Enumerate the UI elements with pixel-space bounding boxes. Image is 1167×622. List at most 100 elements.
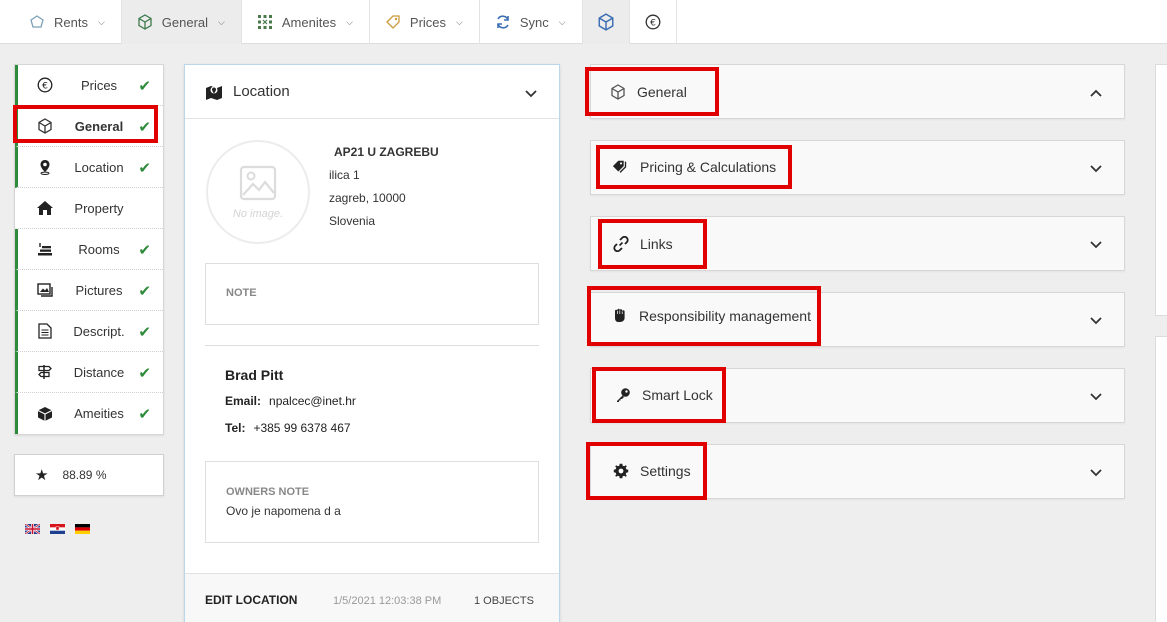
sidebar-item-description[interactable]: Descript. ✔ [15,311,163,352]
topnav-rents[interactable]: Rents ⌵ [0,0,122,44]
accordion-settings-title[interactable]: Settings [586,442,707,500]
email-label: Email: [225,394,262,408]
croatia-flag-icon[interactable] [50,522,65,534]
sidebar-item-label: Prices [80,77,118,93]
chevron-down-icon[interactable] [525,85,537,102]
address-country: Slovenia [329,214,376,228]
uk-flag-icon[interactable] [24,522,41,535]
top-nav: Rents ⌵ General ⌵ Amenites ⌵ Prices ⌵ Sy… [0,0,1167,44]
check-icon: ✔ [138,242,151,259]
completion-score-value: 88.89 % [62,468,107,482]
address-street: ilica 1 [329,168,360,182]
chevron-down-icon: ⌵ [456,16,463,27]
home-icon [36,199,54,217]
sidebar-item-rooms[interactable]: Rooms ✔ [15,229,163,270]
chevron-down-icon[interactable] [1090,161,1102,176]
contact-tel[interactable]: +385 99 6378 467 [253,421,350,435]
cube-icon [136,13,154,31]
tags-icon [612,158,630,176]
accordion-pricing-label: Pricing & Calculations [640,159,777,175]
sync-icon [494,13,512,31]
sidebar-item-label: Descript. [73,323,125,339]
address-city: zagreb, 10000 [329,191,406,205]
edit-location-button[interactable]: EDIT LOCATION [205,593,297,607]
cube-icon [609,83,627,101]
topnav-sync-label: Sync [519,14,549,30]
rents-icon [28,13,46,31]
no-image-placeholder: No image. [206,140,310,244]
sidebar-item-label: Distance [73,364,125,380]
check-icon: ✔ [138,324,151,341]
right-panel-edge [1155,64,1167,316]
signpost-icon [36,363,54,381]
topnav-amenites-label: Amenites [281,14,337,30]
topnav-rents-label: Rents [54,14,88,30]
check-icon: ✔ [138,160,151,177]
star-icon: ★ [35,467,49,484]
chevron-down-icon: ⌵ [218,16,225,27]
map-pin-icon [205,84,223,100]
sidebar-item-distance[interactable]: Distance ✔ [15,352,163,393]
objects-count: 1 OBJECTS [474,595,534,607]
link-icon [612,235,630,253]
accordion-smart-lock-label: Smart Lock [642,387,713,403]
chevron-down-icon: ⌵ [558,16,566,27]
chevron-down-icon[interactable] [1090,389,1102,404]
chevron-down-icon[interactable] [1090,313,1102,328]
sidebar-item-prices[interactable]: € Prices ✔ [15,65,163,106]
price-tag-icon [384,13,402,31]
accordion-pricing-title[interactable]: Pricing & Calculations [596,145,792,189]
svg-text:€: € [42,82,48,92]
gear-icon [612,462,630,480]
location-panel-header[interactable]: Location [185,65,559,119]
contact-email[interactable]: npalcec@inet.hr [269,394,356,408]
sidebar-item-pictures[interactable]: Pictures ✔ [15,270,163,311]
property-address: AP21 U ZAGREBU ilica 1 zagreb, 10000 Slo… [329,141,439,233]
topnav-prices-label: Prices [409,14,447,30]
contact-name: Brad Pitt [225,367,284,383]
sidebar-item-amenities[interactable]: Ameities ✔ [15,393,163,434]
fist-icon [611,307,629,325]
note-label: NOTE [226,287,257,299]
chevron-up-icon[interactable] [1090,85,1102,100]
accordion-smart-lock-title[interactable]: Smart Lock [592,367,726,423]
chevron-down-icon: ⌵ [346,16,353,27]
property-name: AP21 U ZAGREBU [334,145,439,159]
topnav-sync[interactable]: Sync ⌵ [480,0,583,44]
owners-note-label: OWNERS NOTE [226,486,310,498]
topnav-general[interactable]: General ⌵ [121,0,242,44]
divider [205,345,539,346]
accordion-links-label: Links [640,236,673,252]
check-icon: ✔ [138,78,151,95]
contact-email-row: Email: npalcec@inet.hr [225,394,356,408]
sidebar-item-property[interactable]: Property [15,188,163,229]
amenities-grid-icon [256,13,274,31]
germany-flag-icon[interactable] [75,522,90,534]
check-icon: ✔ [138,365,151,382]
sidebar-item-location[interactable]: Location ✔ [15,147,163,188]
completion-score: ★ 88.89 % [14,454,164,496]
topnav-amenites[interactable]: Amenites ⌵ [242,0,370,44]
topnav-cube-button[interactable] [582,0,630,44]
document-icon [36,322,54,340]
cube-icon [597,13,615,31]
chevron-down-icon: ⌵ [97,16,105,27]
rooms-icon [36,240,54,258]
accordion-responsibility-title[interactable]: Responsibility management [587,286,821,346]
topnav-euro-button[interactable]: € [630,0,677,44]
sidebar-general-highlight [13,105,158,143]
sidebar-item-label: Property [74,200,124,216]
topnav-prices[interactable]: Prices ⌵ [370,0,480,44]
tel-label: Tel: [225,421,246,435]
contact-tel-row: Tel: +385 99 6378 467 [225,421,356,435]
pictures-icon [36,281,54,299]
no-image-text: No image. [232,207,284,220]
chevron-down-icon[interactable] [1090,237,1102,252]
accordion-general-title[interactable]: General [585,67,719,116]
contact-info: Brad Pitt Email: npalcec@inet.hr Tel: +385… [225,367,356,448]
sidebar-item-label: Rooms [78,241,120,257]
chevron-down-icon[interactable] [1090,465,1102,480]
accordion-links-title[interactable]: Links [598,219,707,269]
language-flags [24,522,90,535]
location-panel-title: Location [233,83,290,100]
